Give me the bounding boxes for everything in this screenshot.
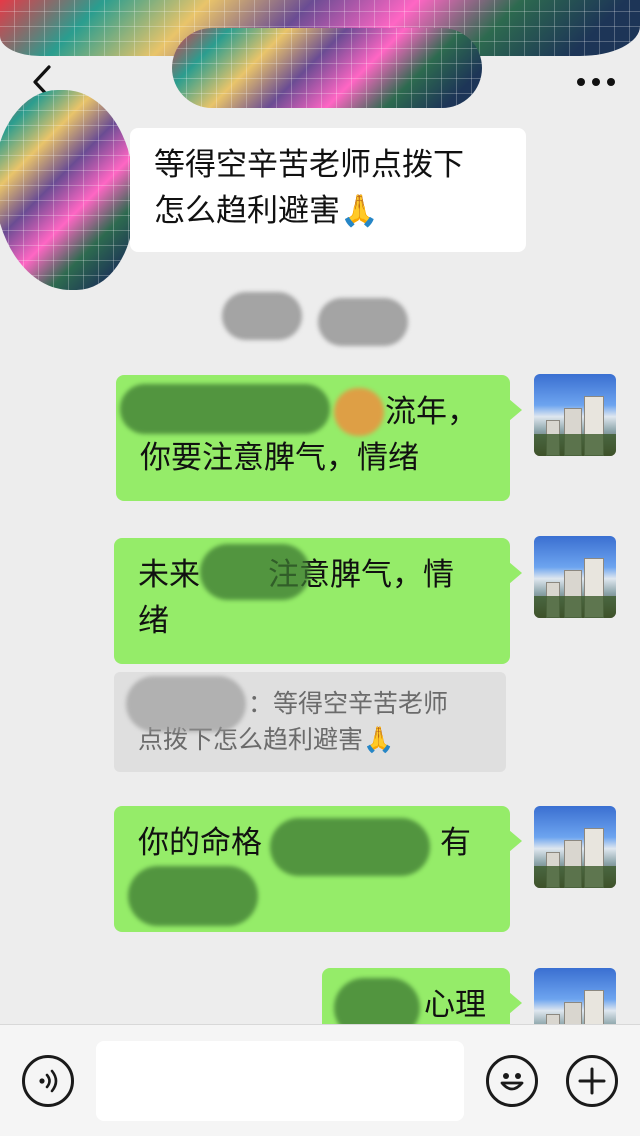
- redacted-text: [120, 384, 330, 434]
- redacted-quote-sender: [126, 676, 246, 732]
- voice-button[interactable]: [22, 1055, 74, 1107]
- message-input[interactable]: [96, 1041, 464, 1121]
- message-text-line: 未来 注意脾气，情: [138, 557, 454, 593]
- message-text-line: 等得空辛苦老师点拨下: [154, 147, 464, 183]
- redacted-text: [334, 388, 384, 436]
- emoji-icon: [500, 1073, 524, 1091]
- redacted-text: [270, 818, 430, 876]
- redacted-timestamp: [222, 292, 302, 340]
- redacted-text: [200, 544, 310, 600]
- pixelated-chat-title: [172, 28, 482, 108]
- more-options-button[interactable]: [572, 66, 620, 98]
- more-functions-button[interactable]: [566, 1055, 618, 1107]
- redacted-timestamp: [318, 298, 408, 346]
- redacted-text: [128, 866, 258, 926]
- chat-input-bar: [0, 1024, 640, 1136]
- message-text-line: 你要注意脾气，情绪: [140, 440, 419, 476]
- voice-icon: [39, 1069, 58, 1093]
- sender-avatar-pixelated[interactable]: [0, 90, 134, 290]
- user-avatar[interactable]: [534, 374, 616, 456]
- user-avatar[interactable]: [534, 536, 616, 618]
- emoji-button[interactable]: [486, 1055, 538, 1107]
- message-text-line: 怎么趋利避害🙏: [154, 193, 379, 229]
- message-text-line: 绪: [138, 603, 169, 639]
- user-avatar[interactable]: [534, 806, 616, 888]
- more-dots-icon: [577, 78, 615, 86]
- plus-icon: [578, 1067, 606, 1095]
- message-bubble-sent[interactable]: 未来 注意脾气，情 绪: [114, 538, 522, 664]
- message-bubble-received[interactable]: 等得空辛苦老师点拨下 怎么趋利避害🙏: [130, 128, 526, 252]
